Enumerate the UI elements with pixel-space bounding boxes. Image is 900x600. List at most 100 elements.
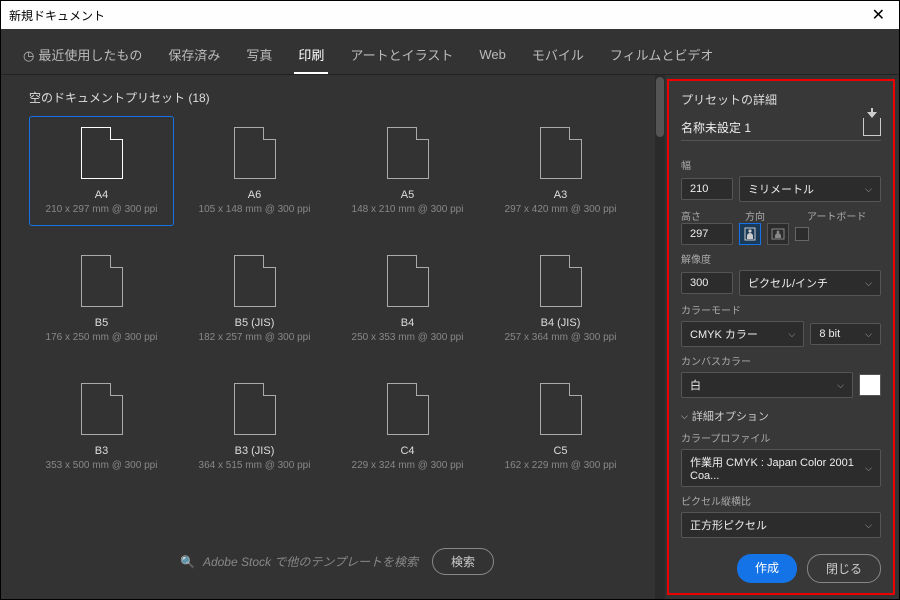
document-icon [81,127,123,179]
advanced-options-toggle[interactable]: ⌵詳細オプション [681,408,881,424]
height-input[interactable]: 297 [681,223,733,245]
preset-dimensions: 182 x 257 mm @ 300 ppi [199,332,311,343]
preset-name: C4 [400,445,414,457]
preset-item[interactable]: A5148 x 210 mm @ 300 ppi [335,116,480,226]
preset-dimensions: 257 x 364 mm @ 300 ppi [505,332,617,343]
preset-item[interactable]: C5 162 x 229 mm @ 300 ppi [488,372,633,482]
document-icon [387,255,429,307]
tab-film[interactable]: フィルムとビデオ [606,39,717,74]
chevron-down-icon: ⌵ [789,329,796,340]
preset-grid: A4 210 x 297 mm @ 300 ppi A6 105 x 148 mm @… [29,116,633,482]
orientation-label: 方向 [745,208,801,223]
document-icon [81,255,123,307]
preset-dimensions: 364 x 515 mm @ 300 ppi [199,460,311,471]
width-input[interactable]: 210 [681,178,733,200]
preset-name: B5 [95,317,108,329]
preset-name: B4 (JIS) [541,317,581,329]
background-swatch[interactable] [859,374,881,396]
clock-icon: ◷ [23,48,34,63]
preset-item[interactable]: B3 (JIS) 364 x 515 mm @ 300 ppi [182,372,327,482]
chevron-down-icon: ⌵ [865,278,872,289]
chevron-down-icon: ⌵ [865,463,872,474]
preset-dimensions: 353 x 500 mm @ 300 ppi [46,460,158,471]
document-icon [387,127,429,179]
save-preset-icon[interactable] [863,118,881,136]
color-mode-label: カラーモード [681,302,881,317]
search-button[interactable]: 検索 [432,548,494,575]
artboard-label: アートボード [807,208,881,223]
chevron-down-icon: ⌵ [865,184,872,195]
preset-name: A6 [248,189,261,201]
document-icon [540,255,582,307]
document-icon [540,383,582,435]
window-title: 新規ドキュメント [9,7,105,24]
preset-name: C5 [553,445,567,457]
preset-name: A3 [554,189,567,201]
preset-name: B4 [401,317,414,329]
preset-item[interactable]: A3 297 x 420 mm @ 300 ppi [488,116,633,226]
preset-item[interactable]: B5 (JIS)182 x 257 mm @ 300 ppi [182,244,327,354]
details-title: プリセットの詳細 [681,91,881,108]
preset-scrollbar[interactable] [655,75,665,599]
unit-select[interactable]: ミリメートル⌵ [739,176,881,202]
tab-photo[interactable]: 写真 [242,39,276,74]
color-profile-label: カラープロファイル [681,430,881,445]
preset-name: B3 [95,445,108,457]
document-icon [387,383,429,435]
document-icon [234,127,276,179]
close-button[interactable]: 閉じる [807,554,881,583]
preset-name-input[interactable]: 名称未設定 1 [681,119,751,136]
preset-item[interactable]: B4 250 x 353 mm @ 300 ppi [335,244,480,354]
orientation-portrait[interactable] [739,223,761,245]
tab-art[interactable]: アートとイラスト [346,39,457,74]
presets-header: 空のドキュメントプリセット (18) [29,89,645,106]
preset-item[interactable]: C4 229 x 324 mm @ 300 ppi [335,372,480,482]
stock-placeholder: Adobe Stock で他のテンプレートを検索 [203,553,418,570]
preset-details-panel: プリセットの詳細 名称未設定 1 幅 210 ミリメートル⌵ 高さ 方向 アート… [667,79,895,595]
preset-name: A5 [401,189,414,201]
resolution-unit-select[interactable]: ピクセル/インチ⌵ [739,270,881,296]
document-icon [540,127,582,179]
background-select[interactable]: 白⌵ [681,372,853,398]
tab-print[interactable]: 印刷 [294,39,328,74]
color-profile-select[interactable]: 作業用 CMYK : Japan Color 2001 Coa...⌵ [681,449,881,487]
pixel-aspect-label: ピクセル縦横比 [681,493,881,508]
tab-mobile[interactable]: モバイル [528,39,588,74]
background-label: カンバスカラー [681,353,881,368]
pixel-aspect-select[interactable]: 正方形ピクセル⌵ [681,512,881,538]
preset-dimensions: 162 x 229 mm @ 300 ppi [505,460,617,471]
create-button[interactable]: 作成 [737,554,797,583]
resolution-input[interactable]: 300 [681,272,733,294]
preset-dimensions: 105 x 148 mm @ 300 ppi [199,204,311,215]
stock-search[interactable]: 🔍 Adobe Stock で他のテンプレートを検索 [180,553,418,570]
chevron-down-icon: ⌵ [865,520,872,531]
preset-item[interactable]: A4 210 x 297 mm @ 300 ppi [29,116,174,226]
preset-dimensions: 250 x 353 mm @ 300 ppi [352,332,464,343]
color-mode-select[interactable]: CMYK カラー⌵ [681,321,804,347]
preset-item[interactable]: A6 105 x 148 mm @ 300 ppi [182,116,327,226]
search-icon: 🔍 [180,555,195,569]
preset-dimensions: 297 x 420 mm @ 300 ppi [505,204,617,215]
tab-recent[interactable]: ◷最近使用したもの [19,39,146,74]
preset-name: A4 [95,189,108,201]
tab-web[interactable]: Web [475,41,510,72]
preset-dimensions: 210 x 297 mm @ 300 ppi [46,204,158,215]
height-label: 高さ [681,208,739,223]
tab-saved[interactable]: 保存済み [164,39,224,74]
chevron-down-icon: ⌵ [681,411,688,422]
orientation-landscape[interactable] [767,223,789,245]
preset-dimensions: 176 x 250 mm @ 300 ppi [46,332,158,343]
bit-depth-select[interactable]: 8 bit⌵ [810,323,881,345]
chevron-down-icon: ⌵ [865,329,872,340]
chevron-down-icon: ⌵ [837,380,844,391]
document-icon [81,383,123,435]
preset-item[interactable]: B5 176 x 250 mm @ 300 ppi [29,244,174,354]
document-icon [234,383,276,435]
document-icon [234,255,276,307]
preset-item[interactable]: B4 (JIS) 257 x 364 mm @ 300 ppi [488,244,633,354]
close-icon[interactable]: ✕ [866,5,891,25]
artboard-checkbox[interactable] [795,227,809,241]
preset-item[interactable]: B3 353 x 500 mm @ 300 ppi [29,372,174,482]
preset-name: B3 (JIS) [235,445,275,457]
preset-dimensions: 229 x 324 mm @ 300 ppi [352,460,464,471]
